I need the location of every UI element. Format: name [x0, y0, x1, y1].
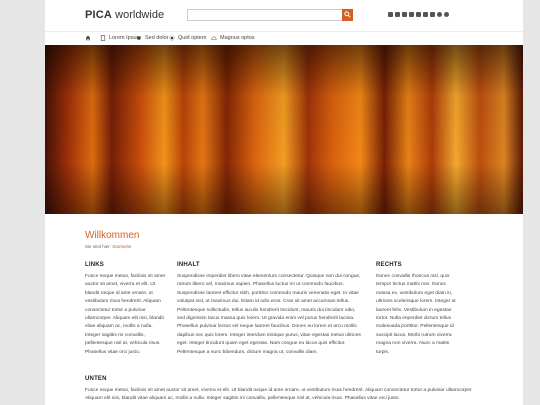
search-button[interactable]: [342, 9, 353, 21]
column-text: Suspendisse imperdiet libero vitae eleme…: [177, 274, 361, 355]
site-header: PICA worldwide: [45, 0, 523, 30]
nav-item-lorem-ipsum[interactable]: Lorem Ipsum: [100, 35, 141, 41]
nav-item-magnus-optos[interactable]: Magnus optos: [211, 35, 255, 41]
social-icons: [388, 12, 449, 17]
breadcrumb-link[interactable]: Startseite: [112, 244, 131, 249]
logo-bold: PICA: [85, 9, 113, 21]
breadcrumb-prefix: Sie sind hier:: [85, 244, 113, 249]
document-icon: [100, 35, 106, 41]
page-title: Willkommen: [85, 230, 140, 241]
section-heading: UNTEN: [85, 376, 107, 382]
sun-icon: [169, 35, 175, 41]
rss-icon[interactable]: [423, 12, 428, 17]
nav-home[interactable]: [85, 35, 91, 41]
xing-icon[interactable]: [430, 12, 435, 17]
column-heading: LINKS: [85, 262, 104, 268]
nav-label: Magnus optos: [220, 35, 255, 41]
main-navigation: Lorem Ipsum Sed dolor Quid optem Magnus …: [45, 31, 523, 45]
logo-rest: worldwide: [112, 9, 165, 21]
googleplus-icon[interactable]: [409, 12, 414, 17]
page-container: PICA worldwide Lorem Ipsum Sed dolor Qui…: [45, 0, 523, 405]
column-heading: INHALT: [177, 262, 200, 268]
column-text: Fusce neque metus, facilisis sit amet au…: [85, 274, 165, 355]
column-left: LINKS Fusce neque metus, facilisis sit a…: [85, 262, 165, 357]
search-icon: [344, 11, 351, 18]
search-input[interactable]: [187, 9, 353, 21]
twitter-icon[interactable]: [402, 12, 407, 17]
breadcrumb: Sie sind hier: Startseite: [85, 244, 131, 249]
site-logo[interactable]: PICA worldwide: [85, 9, 164, 21]
bottom-section: UNTEN Fusce neque metus, facilisis sit a…: [85, 376, 483, 404]
nav-item-quid-optem[interactable]: Quid optem: [169, 35, 206, 41]
linkedin-icon[interactable]: [416, 12, 421, 17]
mail-icon[interactable]: [388, 12, 393, 17]
hero-image: [45, 45, 523, 214]
column-heading: RECHTS: [376, 262, 402, 268]
nav-item-sed-dolor[interactable]: Sed dolor: [136, 35, 169, 41]
nav-label: Quid optem: [178, 35, 207, 41]
slideshare-icon[interactable]: [444, 12, 449, 17]
section-text: Fusce neque metus, facilisis sit amet au…: [85, 388, 473, 402]
column-right: RECHTS Donec convallis rhoncus nisl, qui…: [376, 262, 456, 357]
curtain-image: [45, 45, 523, 214]
coffee-icon: [137, 36, 142, 40]
column-middle: INHALT Suspendisse imperdiet libero vita…: [177, 262, 364, 357]
home-icon: [85, 35, 91, 41]
facebook-icon[interactable]: [395, 12, 400, 17]
cloud-icon: [211, 36, 217, 41]
nav-label: Sed dolor: [145, 35, 169, 41]
column-text: Donec convallis rhoncus nisl, quis tempo…: [376, 274, 456, 355]
pinterest-icon[interactable]: [437, 12, 442, 17]
